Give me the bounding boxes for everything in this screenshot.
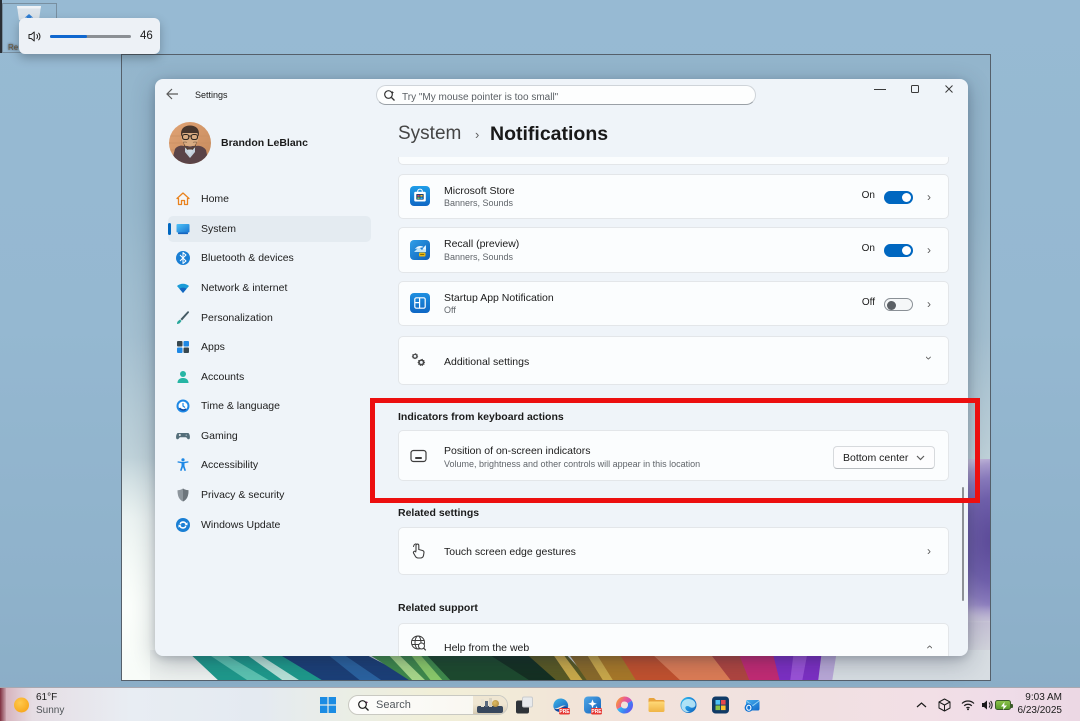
svg-text:PRE: PRE — [559, 709, 570, 714]
svg-text:PRE: PRE — [591, 709, 602, 714]
